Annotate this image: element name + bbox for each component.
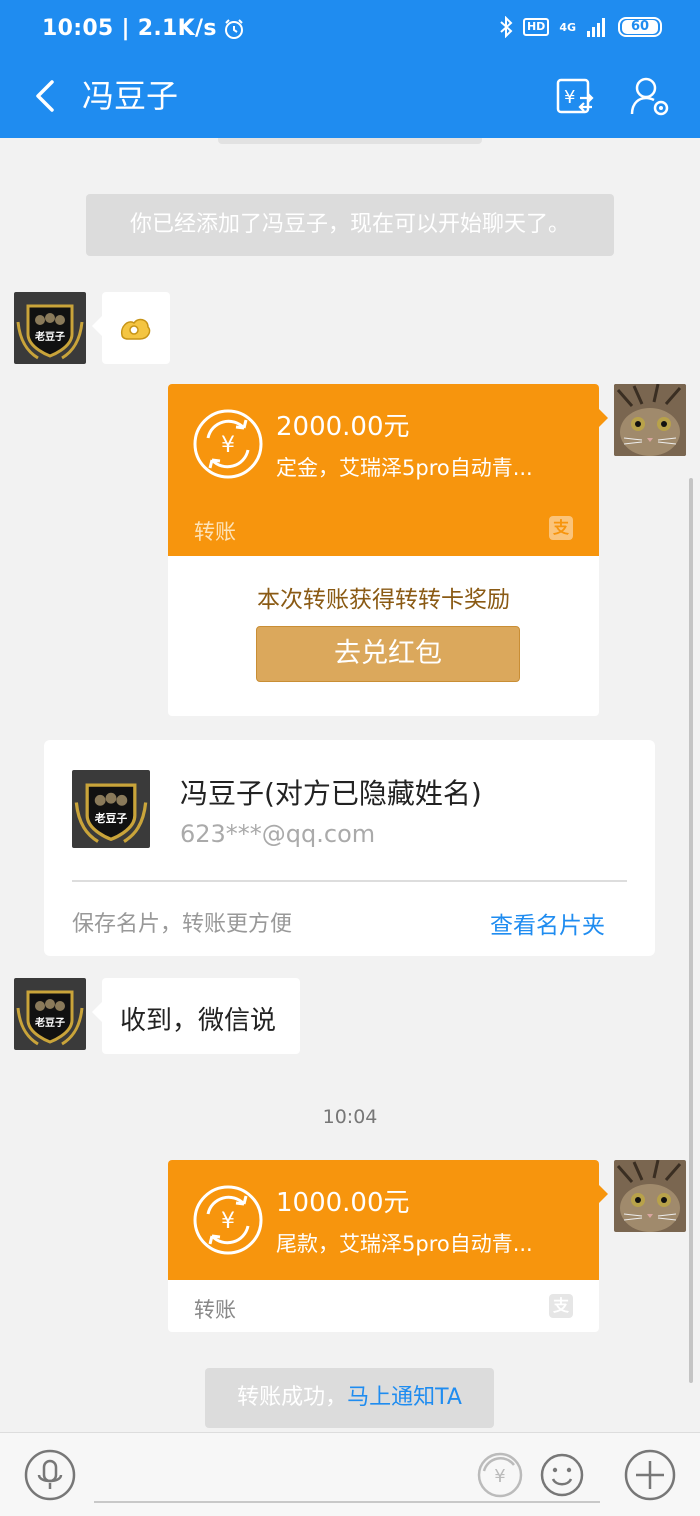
chat-area[interactable]: 你已经添加了冯豆子，现在可以开始聊天了。 老豆子 ¥ 2000.00元 定金，艾…: [0, 138, 700, 1432]
profile-settings-icon[interactable]: [628, 74, 672, 118]
transfer-card-header: ¥ 2000.00元 定金，艾瑞泽5pro自动青... 转账 支: [168, 384, 599, 556]
redeem-red-packet-button[interactable]: 去兑红包: [256, 626, 520, 682]
my-avatar[interactable]: [614, 384, 686, 456]
bubble-pointer: [598, 1184, 608, 1204]
namecard-avatar-image: 老豆子: [72, 770, 150, 848]
message-timestamp: 10:04: [322, 1106, 378, 1128]
back-arrow-icon[interactable]: [28, 74, 68, 118]
contact-avatar[interactable]: 老豆子: [14, 978, 86, 1050]
transfer-card-header: ¥ 1000.00元 尾款，艾瑞泽5pro自动青...: [168, 1160, 599, 1280]
transfer-amount: 2000.00元: [276, 412, 410, 442]
bluetooth-icon: [500, 16, 513, 38]
svg-text:¥: ¥: [564, 87, 575, 108]
hd-badge: HD: [522, 18, 550, 36]
svg-text:¥: ¥: [494, 1466, 505, 1487]
status-bar: 10:05 | 2.1K/s HD 4G 60: [0, 0, 700, 56]
input-bar: ¥: [0, 1432, 700, 1516]
view-namecard-folder-link[interactable]: 查看名片夹: [490, 906, 605, 940]
status-time: 10:05 | 2.1K/s: [42, 16, 217, 41]
emoji-message-bubble[interactable]: [92, 292, 170, 364]
alipay-icon: 支: [549, 516, 573, 540]
namecard-divider: [72, 880, 627, 882]
transfer-coin-icon: ¥: [193, 1185, 263, 1255]
transfer-card-deposit[interactable]: ¥ 2000.00元 定金，艾瑞泽5pro自动青... 转账 支 本次转账获得转…: [168, 384, 599, 716]
contact-avatar-image: 老豆子: [14, 978, 86, 1050]
svg-text:老豆子: 老豆子: [94, 811, 128, 825]
contact-namecard[interactable]: 老豆子 冯豆子(对方已隐藏姓名) 623***@qq.com 保存名片，转账更方…: [44, 740, 655, 956]
namecard-save-hint: 保存名片，转账更方便: [72, 912, 293, 937]
bubble-pointer: [598, 408, 608, 428]
cat-avatar-image: [614, 384, 686, 456]
contact-avatar-image: 老豆子: [14, 292, 86, 364]
text-message-content: 收到，微信说: [120, 1006, 277, 1036]
nav-bar: 冯豆子 ¥: [0, 56, 700, 138]
reward-text: 本次转账获得转转卡奖励: [257, 587, 510, 613]
svg-text:¥: ¥: [221, 433, 235, 458]
transfer-success-text: 转账成功，: [237, 1385, 348, 1410]
message-input[interactable]: [94, 1501, 600, 1503]
transfer-money-icon[interactable]: ¥: [474, 1449, 526, 1501]
add-more-icon[interactable]: [624, 1449, 676, 1501]
system-message-added: 你已经添加了冯豆子，现在可以开始聊天了。: [86, 194, 614, 256]
contact-avatar[interactable]: 老豆子: [14, 292, 86, 364]
ok-hand-emoji-icon: [120, 318, 151, 340]
chat-scrollbar[interactable]: [689, 478, 693, 1383]
my-avatar[interactable]: [614, 1160, 686, 1232]
signal-icon: [587, 18, 605, 37]
system-message-text: 你已经添加了冯豆子，现在可以开始聊天了。: [129, 212, 570, 237]
namecard-avatar: 老豆子: [72, 770, 150, 848]
text-message-bubble[interactable]: 收到，微信说: [92, 978, 300, 1054]
network-label: 4G: [559, 20, 576, 34]
transfer-label: 转账: [194, 520, 236, 544]
namecard-email: 623***@qq.com: [180, 820, 376, 848]
page-title: 冯豆子: [82, 77, 179, 115]
svg-text:老豆子: 老豆子: [34, 330, 65, 343]
emoji-icon[interactable]: [536, 1449, 588, 1501]
status-right: HD 4G 60: [499, 16, 662, 38]
transfer-amount: 1000.00元: [276, 1188, 410, 1218]
transfer-label: 转账: [194, 1298, 236, 1322]
cat-avatar-image: [614, 1160, 686, 1232]
namecard-name: 冯豆子(对方已隐藏姓名): [180, 777, 482, 810]
previous-message-edge: [218, 138, 482, 144]
transfer-card-balance[interactable]: ¥ 1000.00元 尾款，艾瑞泽5pro自动青... 转账 支: [168, 1160, 599, 1332]
notify-ta-link[interactable]: 马上通知TA: [347, 1385, 462, 1410]
transfer-success-notice: 转账成功，马上通知TA: [205, 1368, 494, 1428]
voice-input-icon[interactable]: [24, 1449, 76, 1501]
battery-level: 60: [622, 20, 658, 34]
transfer-description: 尾款，艾瑞泽5pro自动青...: [276, 1232, 533, 1256]
svg-text:老豆子: 老豆子: [34, 1016, 65, 1029]
alipay-icon: 支: [549, 1294, 573, 1318]
transfer-icon[interactable]: ¥: [552, 74, 596, 118]
transfer-coin-icon: ¥: [193, 409, 263, 479]
battery-icon: 60: [618, 17, 662, 37]
alarm-icon: [224, 18, 243, 39]
svg-text:¥: ¥: [221, 1209, 235, 1234]
status-left: 10:05 | 2.1K/s: [42, 16, 245, 41]
transfer-description: 定金，艾瑞泽5pro自动青...: [276, 456, 533, 480]
